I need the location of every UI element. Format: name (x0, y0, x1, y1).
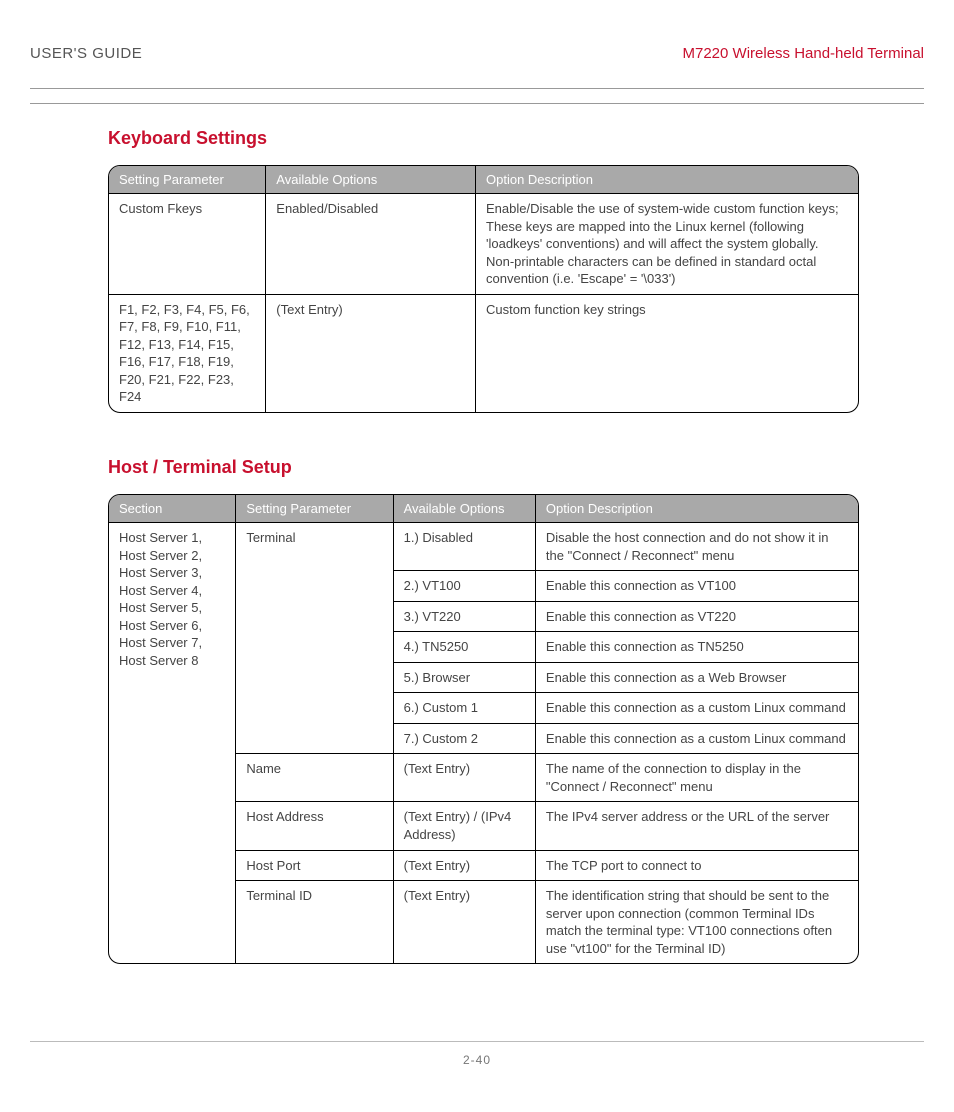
cell-desc: Enable this connection as a custom Linux… (536, 723, 858, 754)
cell-param: Host Address (236, 801, 393, 849)
cell-options: 1.) Disabled (394, 522, 536, 570)
cell-options: 5.) Browser (394, 662, 536, 693)
cell-desc: Enable this connection as a Web Browser (536, 662, 858, 693)
table-row: F1, F2, F3, F4, F5, F6, F7, F8, F9, F10,… (109, 294, 858, 412)
cell-param: Host Port (236, 850, 393, 881)
col-option-description: Option Description (536, 495, 858, 522)
header-rule (30, 88, 924, 104)
col-setting-parameter: Setting Parameter (236, 495, 393, 522)
cell-param: Name (236, 753, 393, 801)
cell-desc: Enable/Disable the use of system-wide cu… (476, 193, 858, 294)
table-header-row: Section Setting Parameter Available Opti… (109, 495, 858, 522)
table-row: Custom Fkeys Enabled/Disabled Enable/Dis… (109, 193, 858, 294)
cell-param: F1, F2, F3, F4, F5, F6, F7, F8, F9, F10,… (109, 294, 266, 412)
cell-desc: The IPv4 server address or the URL of th… (536, 801, 858, 849)
cell-options: 4.) TN5250 (394, 631, 536, 662)
col-available-options: Available Options (266, 166, 476, 193)
cell-options: (Text Entry) (266, 294, 476, 412)
header-right: M7220 Wireless Hand-held Terminal (683, 45, 925, 62)
cell-desc: Enable this connection as TN5250 (536, 631, 858, 662)
cell-desc: The name of the connection to display in… (536, 753, 858, 801)
header-left: USER'S GUIDE (30, 45, 142, 62)
content-area: Keyboard Settings Setting Parameter Avai… (108, 128, 859, 964)
col-available-options: Available Options (394, 495, 536, 522)
cell-options: (Text Entry) (394, 880, 536, 963)
cell-desc: Enable this connection as VT220 (536, 601, 858, 632)
section-title-host: Host / Terminal Setup (108, 457, 859, 478)
cell-desc: The identification string that should be… (536, 880, 858, 963)
cell-options: 3.) VT220 (394, 601, 536, 632)
keyboard-settings-table: Setting Parameter Available Options Opti… (108, 165, 859, 413)
cell-options: (Text Entry) (394, 753, 536, 801)
cell-desc: The TCP port to connect to (536, 850, 858, 881)
cell-options: 2.) VT100 (394, 570, 536, 601)
col-option-description: Option Description (476, 166, 858, 193)
cell-desc: Disable the host connection and do not s… (536, 522, 858, 570)
cell-options: (Text Entry) (394, 850, 536, 881)
cell-options: 7.) Custom 2 (394, 723, 536, 754)
cell-desc: Enable this connection as a custom Linux… (536, 692, 858, 723)
section-title-keyboard: Keyboard Settings (108, 128, 859, 149)
cell-desc: Enable this connection as VT100 (536, 570, 858, 601)
host-terminal-table: Section Setting Parameter Available Opti… (108, 494, 859, 964)
cell-param: Custom Fkeys (109, 193, 266, 294)
header-bar: USER'S GUIDE M7220 Wireless Hand-held Te… (30, 45, 924, 62)
cell-param: Terminal (236, 522, 393, 753)
page: USER'S GUIDE M7220 Wireless Hand-held Te… (0, 0, 954, 1112)
cell-options: 6.) Custom 1 (394, 692, 536, 723)
col-setting-parameter: Setting Parameter (109, 166, 266, 193)
table-row: Host Server 1, Host Server 2, Host Serve… (109, 522, 858, 570)
cell-section: Host Server 1, Host Server 2, Host Serve… (109, 522, 236, 963)
cell-options: Enabled/Disabled (266, 193, 476, 294)
cell-desc: Custom function key strings (476, 294, 858, 412)
footer-rule (30, 1041, 924, 1042)
col-section: Section (109, 495, 236, 522)
cell-param: Terminal ID (236, 880, 393, 963)
table-header-row: Setting Parameter Available Options Opti… (109, 166, 858, 193)
page-number: 2-40 (0, 1053, 954, 1067)
cell-options: (Text Entry) / (IPv4 Address) (394, 801, 536, 849)
